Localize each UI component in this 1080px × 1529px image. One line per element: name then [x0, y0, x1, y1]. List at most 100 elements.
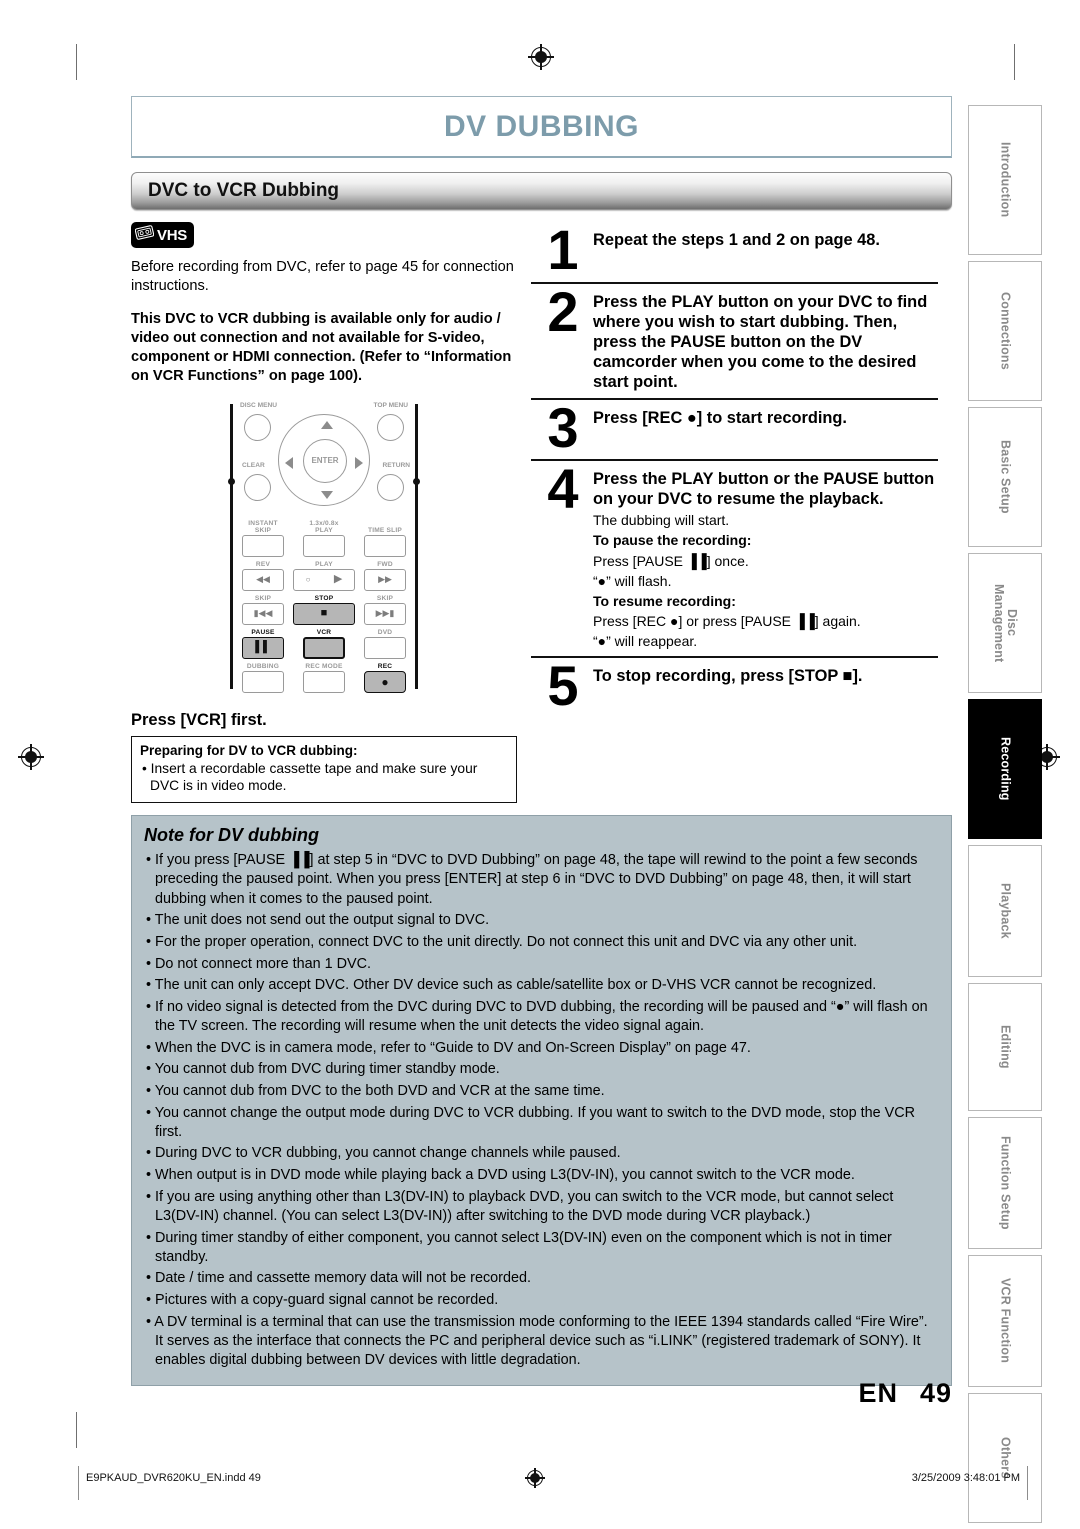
rev-label: REV — [255, 560, 271, 568]
sidebar-tab-others[interactable]: Others — [968, 1393, 1042, 1523]
disc-menu-button[interactable] — [244, 413, 271, 441]
note-bullet-list: • If you press [PAUSE ▐▐] at step 5 in “… — [144, 851, 939, 1370]
registration-mark-icon — [18, 744, 44, 770]
sidebar-tab-disc-management[interactable]: Disc Management — [968, 553, 1042, 693]
time-slip-button[interactable] — [364, 534, 406, 557]
note-bullet: • If no video signal is detected from th… — [146, 998, 928, 1034]
note-bullet: • You cannot dub from DVC to the both DV… — [146, 1082, 605, 1099]
rec-button[interactable]: ● — [364, 670, 406, 693]
sidebar-tab-introduction[interactable]: Introduction — [968, 105, 1042, 255]
dubbing-button[interactable] — [242, 670, 284, 693]
intro-paragraph: Before recording from DVC, refer to page… — [131, 259, 514, 295]
tab-label: Introduction — [998, 142, 1013, 218]
sidebar-tab-connections[interactable]: Connections — [968, 261, 1042, 401]
step-detail: Press [REC ●] or press [PAUSE ▐▐] again. — [593, 613, 861, 630]
sidebar-tab-function-setup[interactable]: Function Setup — [968, 1117, 1042, 1249]
transport-row-1: REV ◀◀ PLAY ○ ▶ FWD ▶▶ — [228, 561, 420, 591]
tab-label: Connections — [998, 292, 1013, 370]
fast-forward-icon: ▶▶ — [378, 574, 392, 584]
rec-label: REC — [377, 662, 393, 670]
play-button[interactable]: ○ ▶ — [293, 568, 355, 591]
manual-page: DV DUBBING DVC to VCR Dubbing VHS Before… — [0, 0, 1080, 1528]
cassette-icon — [134, 225, 155, 245]
sidebar-tab-basic-setup[interactable]: Basic Setup — [968, 407, 1042, 547]
pause-button[interactable]: ▌▌ — [242, 636, 284, 659]
availability-note: This DVC to VCR dubbing is available onl… — [131, 310, 512, 385]
press-vcr-first-heading: Press [VCR] first. — [131, 710, 267, 729]
vcr-label: VCR — [316, 628, 332, 636]
enter-button[interactable]: ENTER — [303, 438, 347, 483]
fwd-label: FWD — [377, 560, 393, 568]
skip-next-button[interactable]: ▶▶▮ — [364, 602, 406, 625]
rewind-icon: ◀◀ — [256, 574, 270, 584]
dvd-label: DVD — [377, 628, 393, 636]
record-row: DUBBING REC MODE REC ● — [228, 663, 420, 697]
tab-label: Basic Setup — [998, 440, 1013, 514]
chapter-tab-index: Introduction Connections Basic Setup Dis… — [968, 105, 1042, 1529]
sidebar-tab-vcr-function[interactable]: VCR Function — [968, 1255, 1042, 1387]
language-code: EN — [858, 1378, 898, 1408]
navigation-cluster: DISC MENU TOP MENU CLEAR RETURN ENTER — [228, 402, 420, 518]
source-filename: E9PKAUD_DVR620KU_EN.indd 49 — [86, 1472, 261, 1484]
note-box: Note for DV dubbing • If you press [PAUS… — [131, 815, 952, 1386]
clear-button[interactable] — [244, 473, 271, 501]
skip-next-icon: ▶▶▮ — [375, 608, 395, 618]
crop-mark — [1014, 44, 1015, 80]
remote-control-diagram: DISC MENU TOP MENU CLEAR RETURN ENTER IN… — [131, 400, 517, 697]
instant-skip-button[interactable] — [242, 534, 284, 557]
skip-previous-icon: ▮◀◀ — [253, 608, 273, 618]
skip-back-button[interactable]: ▮◀◀ — [242, 602, 284, 625]
registration-mark-icon — [528, 44, 554, 70]
tab-label: Disc Management — [992, 583, 1020, 663]
sidebar-tab-editing[interactable]: Editing — [968, 983, 1042, 1111]
note-bullet: • A DV terminal is a terminal that can u… — [146, 1313, 928, 1368]
vcr-button[interactable] — [303, 636, 345, 659]
note-bullet: • When the DVC is in camera mode, refer … — [146, 1039, 751, 1056]
step-heading: Repeat the steps 1 and 2 on page 48. — [593, 231, 880, 249]
return-button[interactable] — [377, 473, 404, 501]
print-timestamp: 3/25/2009 3:48:01 PM — [911, 1472, 1020, 1484]
mode-row: PAUSE ▌▌ VCR DVD — [228, 629, 420, 659]
page-footer-number: EN 49 — [0, 1378, 952, 1409]
note-bullet: • The unit does not send out the output … — [146, 912, 490, 929]
right-arrow-icon — [355, 456, 363, 469]
step-number: 5 — [547, 654, 578, 718]
note-bullet: • During timer standby of either compone… — [146, 1229, 892, 1265]
tab-label: Editing — [998, 1025, 1013, 1069]
top-menu-button[interactable] — [377, 413, 404, 441]
step-heading: Press the PLAY button or the PAUSE butto… — [593, 470, 935, 509]
note-bullet: • If you press [PAUSE ▐▐] at step 5 in “… — [146, 852, 918, 907]
sidebar-tab-recording[interactable]: Recording — [968, 699, 1042, 839]
rev-button[interactable]: ◀◀ — [242, 568, 284, 591]
step-detail-heading: To pause the recording: — [593, 532, 752, 549]
speed-play-label-1: 1.3x/0.8x — [309, 519, 339, 527]
print-footer: E9PKAUD_DVR620KU_EN.indd 49 3/25/2009 3:… — [0, 1466, 1080, 1500]
secondary-button-row: INSTANT SKIP 1.3x/0.8x PLAY . — [228, 520, 420, 557]
time-slip-label: TIME SLIP — [367, 526, 403, 534]
dvd-button[interactable] — [364, 636, 406, 659]
dpad[interactable]: ENTER — [278, 413, 370, 506]
speed-play-button[interactable] — [303, 534, 345, 557]
stop-icon: ■ — [320, 607, 328, 619]
pause-label: PAUSE — [251, 628, 275, 636]
stop-button[interactable]: ■ — [293, 602, 355, 625]
sidebar-tab-playback[interactable]: Playback — [968, 845, 1042, 977]
fwd-button[interactable]: ▶▶ — [364, 568, 406, 591]
play-icon: ▶ — [333, 573, 343, 585]
note-bullet: • Do not connect more than 1 DVC. — [146, 955, 372, 972]
note-bullet: • Pictures with a copy-guard signal cann… — [146, 1292, 499, 1309]
speed-play-label-2: PLAY — [315, 526, 333, 534]
note-bullet: • Date / time and cassette memory data w… — [146, 1270, 531, 1287]
down-arrow-icon — [321, 490, 333, 499]
pause-icon: ▌▌ — [255, 641, 271, 653]
note-bullet: • The unit can only accept DVC. Other DV… — [146, 977, 877, 994]
section-header-bar: DVC to VCR Dubbing — [131, 172, 952, 210]
left-arrow-icon — [285, 456, 293, 469]
note-bullet: • For the proper operation, connect DVC … — [146, 933, 858, 950]
skip-next-label: SKIP — [376, 594, 394, 602]
note-bullet: • During DVC to VCR dubbing, you cannot … — [146, 1145, 621, 1162]
step-2: 2 Press the PLAY button on your DVC to f… — [531, 283, 938, 400]
rec-mode-button[interactable] — [303, 670, 345, 693]
step-4: 4 Press the PLAY button or the PAUSE but… — [531, 461, 938, 659]
tab-label: Function Setup — [998, 1136, 1013, 1230]
